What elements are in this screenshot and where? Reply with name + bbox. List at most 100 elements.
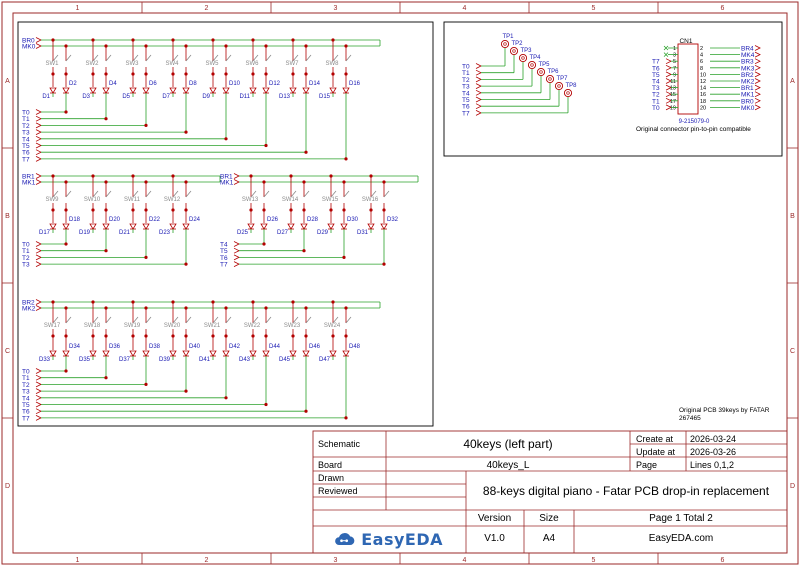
board-label: Board — [318, 460, 343, 470]
diode-symbol — [142, 223, 150, 230]
junction-dot — [131, 72, 135, 76]
page-value: Lines 0,1,2 — [690, 460, 735, 470]
junction-dot — [171, 208, 175, 212]
net-flag — [475, 76, 482, 83]
version-label: Version — [477, 512, 512, 524]
connector-pin-13: 13 — [670, 86, 676, 92]
testpoint-ref-tp8: TP8 — [566, 83, 578, 89]
junction-dot — [64, 208, 68, 212]
zone-row-D-right: D — [790, 483, 795, 490]
connector-pin-18: 18 — [700, 99, 706, 105]
net-flag — [35, 261, 42, 267]
switch-contact — [265, 316, 272, 324]
diode-ref-d13: D13 — [279, 94, 291, 100]
junction-dot — [304, 150, 308, 154]
diode-symbol — [222, 350, 230, 357]
net-flag — [35, 299, 42, 305]
connector-pin-6: 6 — [700, 59, 703, 65]
diode-symbol — [169, 350, 177, 357]
junction-dot — [104, 117, 108, 121]
switch-contact — [105, 316, 112, 324]
diode-ref-d27: D27 — [277, 230, 289, 236]
connector-pin-11: 11 — [670, 79, 676, 85]
diode-ref-d24: D24 — [189, 217, 201, 223]
junction-dot — [184, 334, 188, 338]
switch-ref-sw11: SW11 — [124, 197, 141, 203]
junction-dot — [64, 369, 68, 373]
switch-ref-sw23: SW23 — [284, 323, 301, 329]
connector-pin-10: 10 — [700, 72, 706, 78]
diode-symbol — [129, 87, 137, 94]
diode-symbol — [247, 223, 255, 230]
net-flag — [35, 305, 42, 311]
switch-contact — [345, 54, 352, 62]
net-flag — [475, 103, 482, 110]
connector-pin-2: 2 — [700, 46, 703, 52]
diode-ref-d39: D39 — [159, 357, 171, 363]
junction-dot — [264, 402, 268, 407]
testpoint-pad — [566, 91, 570, 95]
testpoint-ref-tp3: TP3 — [521, 48, 533, 54]
junction-dot — [211, 334, 215, 338]
switch-ref-sw24: SW24 — [324, 323, 341, 329]
switch-ref-sw20: SW20 — [164, 323, 181, 329]
net-flag — [35, 381, 42, 388]
diode-ref-d28: D28 — [307, 217, 319, 223]
net-flag — [754, 45, 761, 51]
sheet-name: 40keys (left part) — [463, 437, 553, 451]
switch-ref-sw16: SW16 — [362, 197, 379, 203]
net-label-mk1: MK1 — [220, 180, 234, 187]
site-link[interactable]: EasyEDA.com — [576, 527, 786, 549]
junction-dot — [104, 249, 108, 253]
diode-symbol — [209, 87, 217, 94]
diode-symbol — [182, 350, 190, 357]
switch-contact — [263, 190, 270, 198]
switch-contact — [305, 54, 312, 62]
switch-contact — [185, 190, 192, 198]
diode-symbol — [342, 350, 350, 357]
testpoint-pad — [512, 49, 516, 53]
connector-pin-20: 20 — [700, 105, 706, 111]
junction-dot — [304, 72, 308, 76]
net-flag — [754, 71, 761, 78]
connector-pin-5: 5 — [673, 59, 676, 65]
net-flag — [35, 254, 42, 261]
junction-dot — [171, 334, 175, 338]
connector-pin-7: 7 — [673, 66, 676, 72]
connector-panel-box — [443, 21, 783, 157]
switch-contact — [65, 54, 72, 62]
diode-symbol — [62, 350, 70, 357]
net-flag — [35, 156, 42, 162]
page-label: Page — [636, 460, 658, 470]
diode-symbol — [182, 223, 190, 230]
zone-row-D: D — [5, 483, 10, 490]
connector-pin-4: 4 — [700, 53, 703, 59]
switch-contact — [343, 190, 350, 198]
connector-pin-1: 1 — [673, 46, 676, 52]
junction-dot — [51, 72, 55, 76]
diode-symbol — [89, 350, 97, 357]
diode-symbol — [327, 223, 335, 230]
diode-ref-d14: D14 — [309, 81, 321, 87]
version-value: V1.0 — [484, 532, 505, 544]
diode-symbol — [89, 87, 97, 94]
connector-note: Original connector pin-to-pin compatible — [636, 126, 751, 133]
testpoint-pad — [557, 84, 561, 88]
reviewed-label: Reviewed — [318, 486, 358, 496]
testpoint-ring — [500, 39, 510, 49]
junction-dot — [224, 396, 228, 400]
connector-pin-14: 14 — [700, 86, 706, 92]
net-flag — [665, 64, 672, 71]
diode-ref-d1: D1 — [42, 94, 50, 100]
switch-ref-sw4: SW4 — [165, 61, 179, 67]
junction-dot — [344, 72, 348, 76]
testpoint-ring — [518, 53, 528, 63]
net-flag — [35, 368, 42, 374]
connector-panel: CN11 2 BR43 4 MK45 6 BR3T77 8 MK3T69 10 BR2T511 12 M… — [652, 38, 761, 125]
net-flag — [475, 69, 482, 76]
switch-contact — [105, 54, 112, 62]
diode-ref-d31: D31 — [357, 230, 369, 236]
net-label-mk1: MK1 — [22, 180, 36, 187]
diode-symbol — [249, 87, 257, 94]
diode-ref-d38: D38 — [149, 344, 161, 350]
